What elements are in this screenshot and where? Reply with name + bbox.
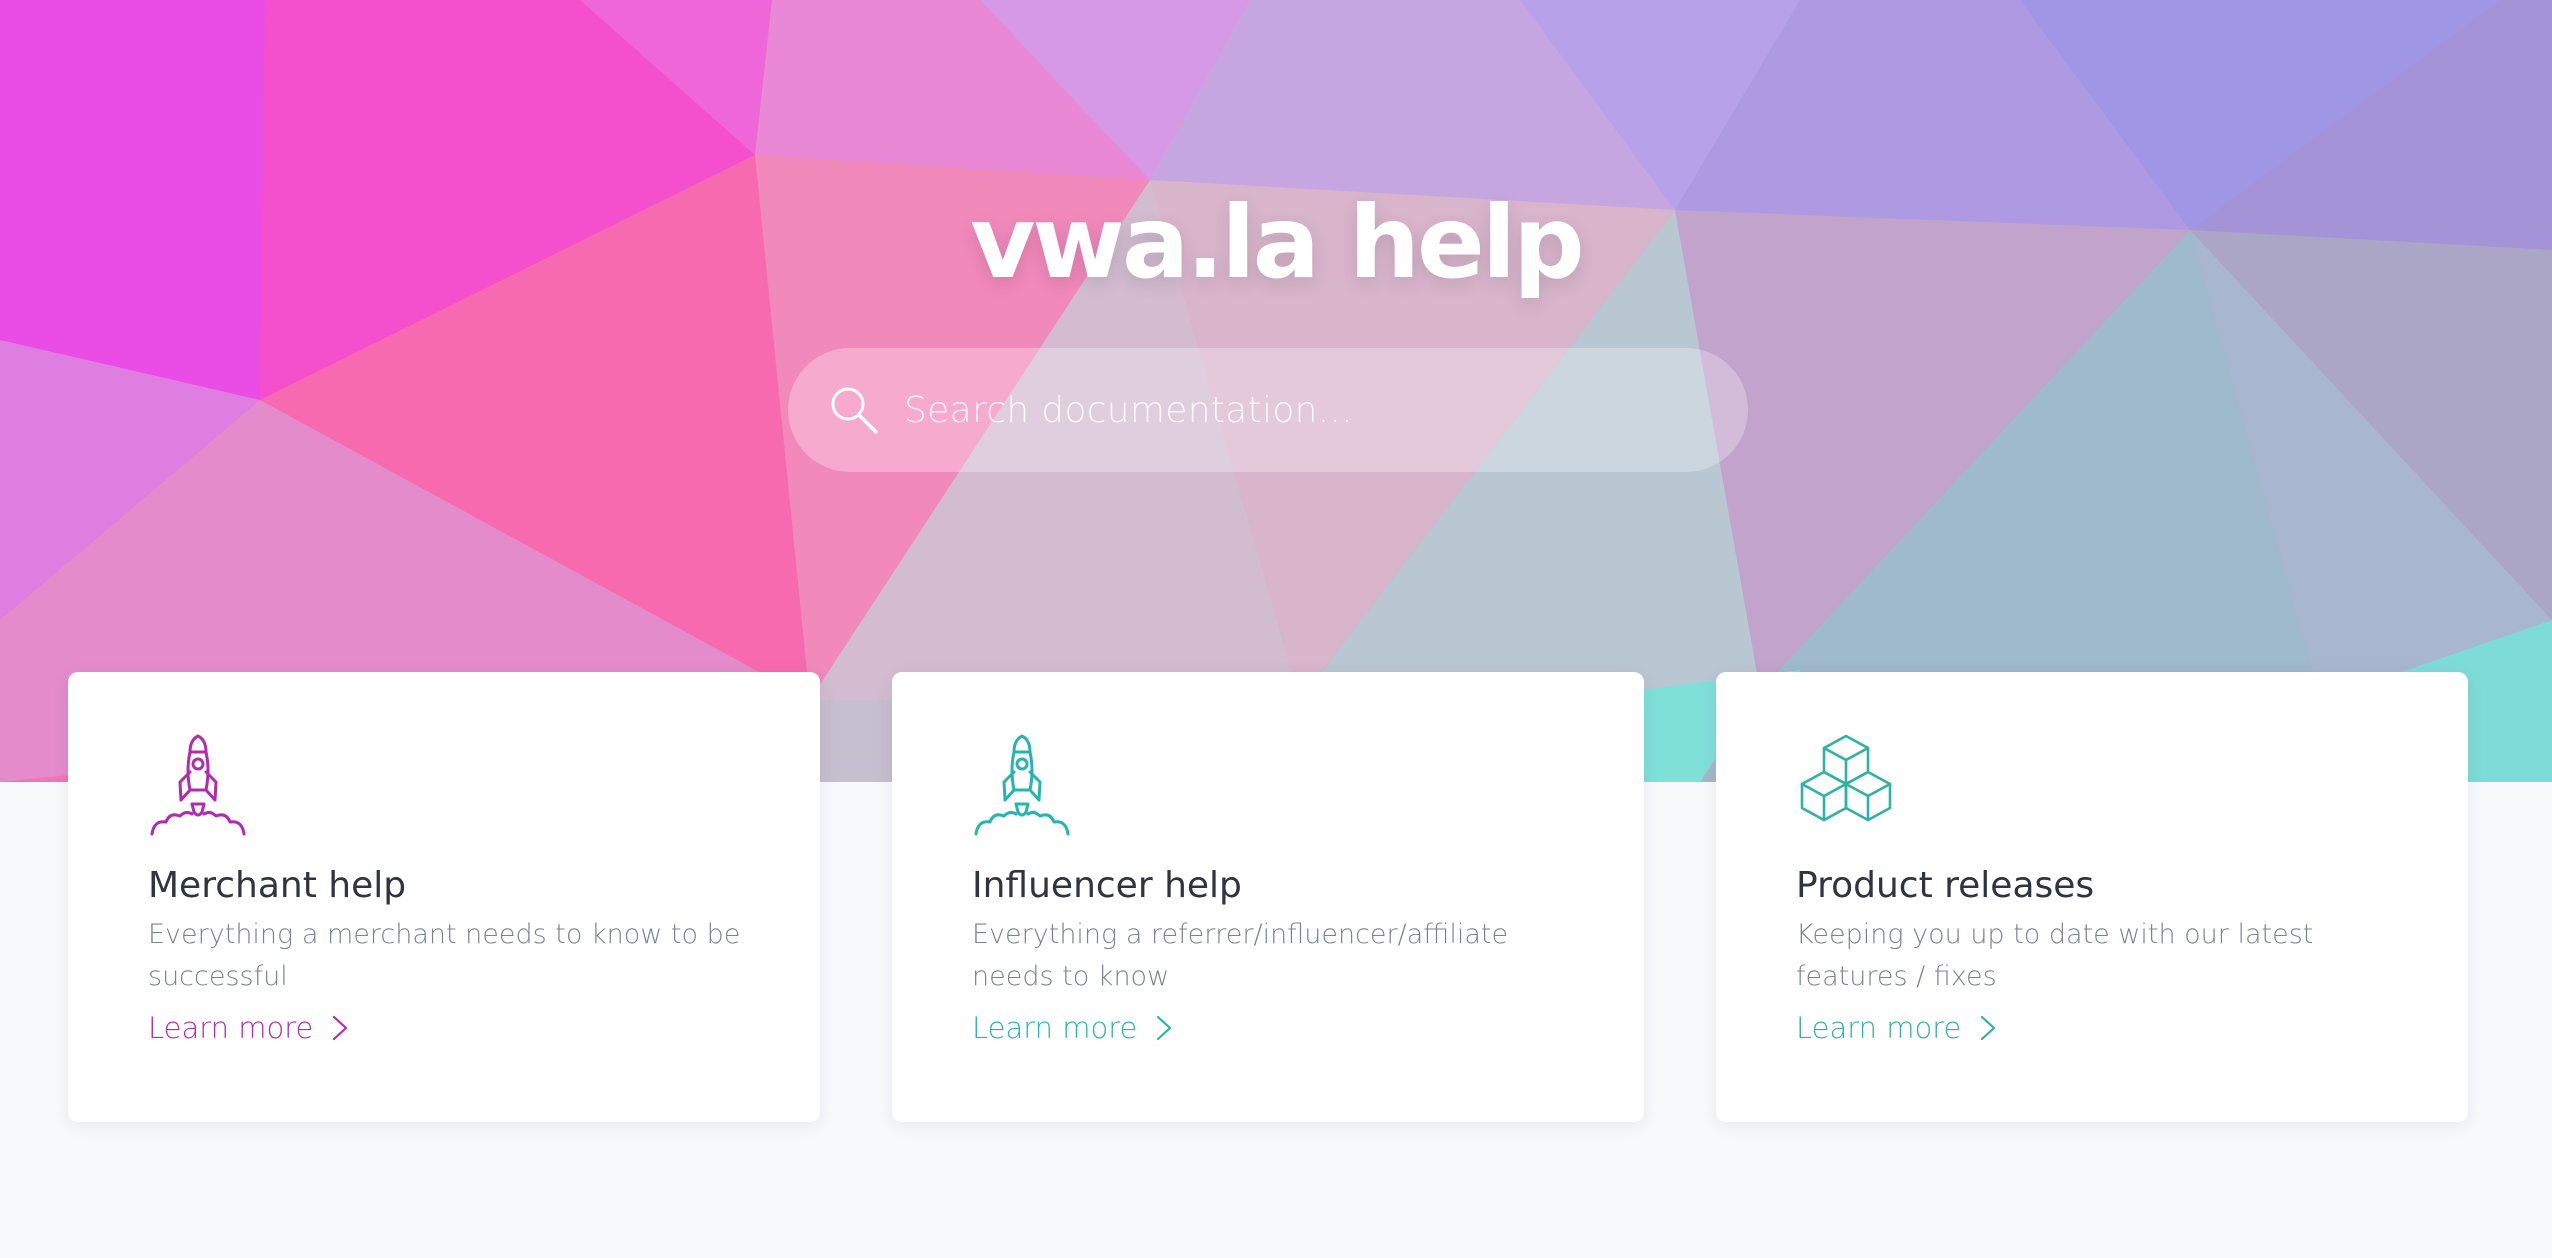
rocket-icon [150, 734, 246, 836]
help-page: vwa.la help Merchant help Ever [0, 0, 2552, 1258]
rocket-icon [974, 734, 1070, 836]
merchant-help-card[interactable]: Merchant help Everything a merchant need… [68, 672, 820, 1122]
learn-more-link[interactable]: Learn more [148, 1008, 351, 1048]
learn-more-label: Learn more [148, 1011, 314, 1045]
card-title: Product releases [1796, 865, 2095, 906]
search-icon [831, 387, 878, 434]
card-title: Merchant help [148, 865, 407, 906]
hero-banner: vwa.la help [0, 0, 2552, 782]
learn-more-label: Learn more [1796, 1011, 1962, 1045]
card-title: Influencer help [972, 865, 1242, 906]
search-input[interactable] [902, 348, 1748, 472]
card-description: Keeping you up to date with our latest f… [1796, 919, 2314, 992]
chevron-right-icon [1157, 1015, 1172, 1041]
product-releases-card[interactable]: Product releases Keeping you up to date … [1716, 672, 2468, 1122]
learn-more-link[interactable]: Learn more [972, 1008, 1175, 1048]
cubes-icon [1800, 734, 1892, 822]
chevron-right-icon [333, 1015, 348, 1041]
chevron-right-icon [1981, 1015, 1996, 1041]
learn-more-label: Learn more [972, 1011, 1138, 1045]
search-bar[interactable] [788, 348, 1748, 472]
influencer-help-card[interactable]: Influencer help Everything a referrer/in… [892, 672, 1644, 1122]
card-description: Everything a merchant needs to know to b… [148, 919, 741, 992]
learn-more-link[interactable]: Learn more [1796, 1008, 1999, 1048]
page-title: vwa.la help [970, 184, 1584, 301]
help-category-cards: Merchant help Everything a merchant need… [68, 672, 2468, 1122]
card-description: Everything a referrer/influencer/affilia… [972, 919, 1509, 992]
